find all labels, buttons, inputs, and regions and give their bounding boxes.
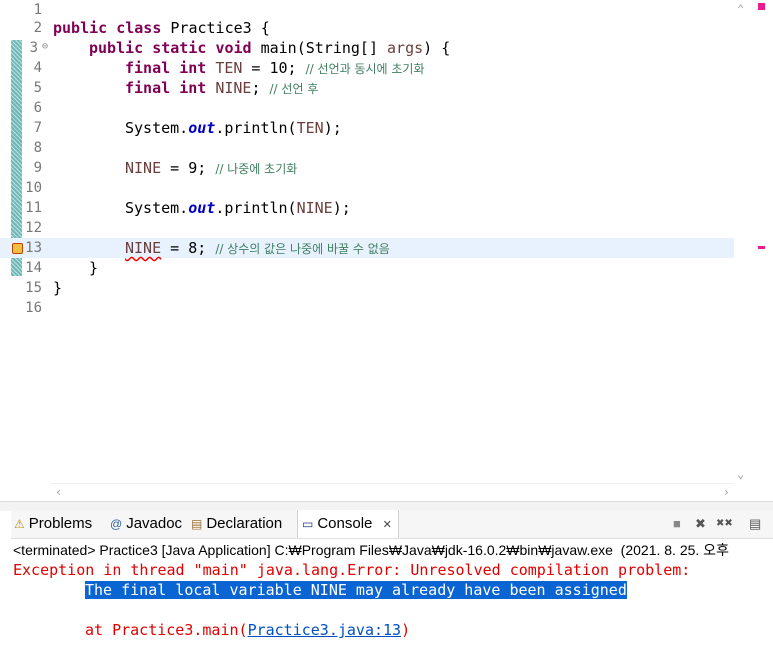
horizontal-scrollbar[interactable]: ‹ › xyxy=(51,483,734,502)
tab-problems[interactable]: ⚠ Problems xyxy=(14,510,92,538)
line-number: 6 xyxy=(33,100,42,116)
stack-trace-link[interactable]: Practice3.java:13 xyxy=(248,621,402,639)
code-editor[interactable]: 1 2 3 ⊖ 4 5 6 7 8 9 10 11 12 13 14 15 16 … xyxy=(0,0,773,508)
line-number: 13 xyxy=(25,240,42,256)
error-summary-icon[interactable] xyxy=(758,3,765,10)
line-number: 5 xyxy=(33,80,42,96)
console-icon: ▭ xyxy=(302,517,314,531)
code-line-15: } xyxy=(53,279,63,297)
clear-console-icon[interactable]: ▤ xyxy=(749,510,761,538)
overview-ruler[interactable] xyxy=(752,0,773,483)
problems-icon: ⚠ xyxy=(14,517,25,531)
code-line-7: System.out.println(TEN); xyxy=(125,119,342,137)
console-error-line: Exception in thread "main" java.lang.Err… xyxy=(13,561,700,579)
line-number: 12 xyxy=(25,220,42,236)
code-line-13: NINE = 8; // 상수의 값은 나중에 바꿀 수 없음 xyxy=(125,239,390,257)
close-tab-icon[interactable]: ✕ xyxy=(383,519,392,531)
code-line-5: final int NINE; // 선언 후 xyxy=(125,79,319,97)
code-line-14: } xyxy=(89,259,99,277)
fold-collapse-icon[interactable]: ⊖ xyxy=(42,41,48,52)
line-number: 4 xyxy=(33,60,42,76)
scroll-right-icon[interactable]: › xyxy=(723,485,730,499)
error-squiggle[interactable]: NINE xyxy=(125,239,161,257)
vertical-scrollbar[interactable]: ⌃ ⌄ xyxy=(734,0,752,483)
line-number: 16 xyxy=(25,300,42,316)
console-status-line: <terminated> Practice3 [Java Application… xyxy=(13,542,729,558)
line-number: 14 xyxy=(25,260,42,276)
declaration-icon: ▤ xyxy=(191,517,203,531)
remove-all-terminated-icon[interactable]: ✖✖ xyxy=(716,510,733,538)
line-number: 9 xyxy=(33,160,42,176)
tab-label: Problems xyxy=(28,515,93,532)
scroll-left-icon[interactable]: ‹ xyxy=(55,485,62,499)
code-line-2: public class Practice3 { xyxy=(53,19,270,37)
bottom-panel-tabbar: ⚠ Problems @ Javadoc ▤ Declaration ▭ Console… xyxy=(11,510,773,539)
tab-javadoc[interactable]: @ Javadoc xyxy=(110,510,182,538)
tab-declaration[interactable]: ▤ Declaration xyxy=(191,510,282,538)
console-output[interactable]: <terminated> Practice3 [Java Application… xyxy=(11,539,773,658)
line-number: 8 xyxy=(33,140,42,156)
code-line-9: NINE = 9; // 나중에 초기화 xyxy=(125,159,298,177)
javadoc-icon: @ xyxy=(110,517,123,531)
scroll-up-icon[interactable]: ⌃ xyxy=(737,2,744,16)
tab-console[interactable]: ▭ Console ✕ xyxy=(297,510,399,538)
tab-label: Console xyxy=(317,515,373,532)
tab-label: Javadoc xyxy=(126,515,183,532)
error-marker-icon[interactable] xyxy=(12,243,23,254)
tab-label: Declaration xyxy=(206,515,283,532)
error-overview-mark[interactable] xyxy=(758,246,765,249)
scroll-down-icon[interactable]: ⌄ xyxy=(737,467,744,481)
line-number: 15 xyxy=(25,280,42,296)
console-stack-line: at Practice3.main(Practice3.java:13) xyxy=(85,621,411,639)
line-number: 3 xyxy=(29,40,38,56)
selected-text[interactable]: The final local variable NINE may alread… xyxy=(85,581,627,599)
line-number: 1 xyxy=(33,2,42,18)
line-number: 2 xyxy=(33,20,42,36)
code-line-4: final int TEN = 10; // 선언과 동시에 초기화 xyxy=(125,59,425,77)
line-number: 11 xyxy=(25,200,42,216)
line-number: 10 xyxy=(25,180,42,196)
code-line-11: System.out.println(NINE); xyxy=(125,199,351,217)
line-number: 7 xyxy=(33,120,42,136)
terminate-icon[interactable]: ■ xyxy=(673,510,681,538)
remove-launch-icon[interactable]: ✖ xyxy=(695,510,706,538)
code-line-3: public static void main(String[] args) { xyxy=(89,39,451,57)
console-error-detail: The final local variable NINE may alread… xyxy=(85,580,627,600)
